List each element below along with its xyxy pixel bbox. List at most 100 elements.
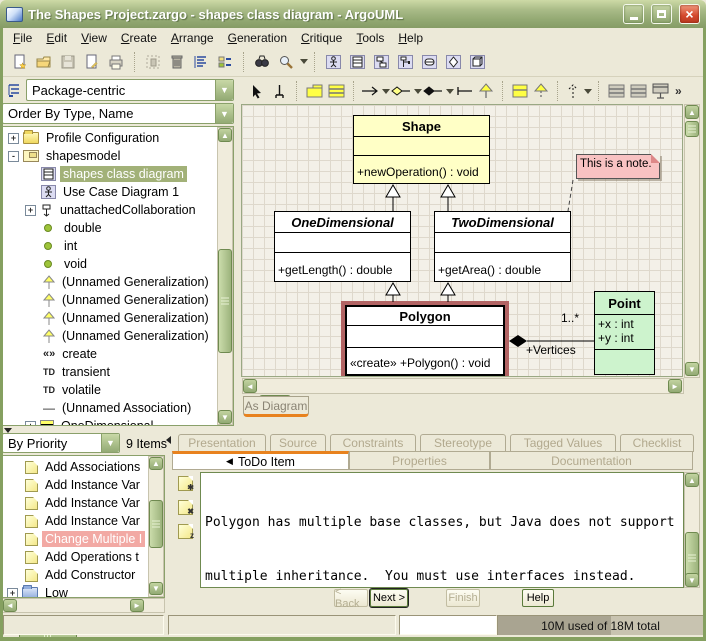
combo-dropdown-icon[interactable]: ▼ xyxy=(215,80,233,100)
tab-documentation[interactable]: Documentation xyxy=(490,451,693,470)
todo-item[interactable]: Add Instance Var xyxy=(25,494,143,512)
tree-item-association[interactable]: —(Unnamed Association) xyxy=(43,399,194,417)
new-todo-icon[interactable]: ✱ xyxy=(178,476,193,491)
tree-item-generalization[interactable]: (Unnamed Generalization) xyxy=(43,327,212,345)
tab-as-diagram[interactable]: As Diagram xyxy=(243,396,309,417)
tab-properties[interactable]: Properties xyxy=(349,451,490,470)
back-button[interactable]: < Back xyxy=(334,589,368,607)
scroll-right-icon[interactable]: ► xyxy=(668,379,682,393)
tree-item-volatile[interactable]: TDvolatile xyxy=(43,381,104,399)
todo-item[interactable]: Add Constructor xyxy=(25,566,138,584)
combo-dropdown-icon[interactable]: ▼ xyxy=(215,104,233,123)
tab-constraints[interactable]: Constraints xyxy=(330,434,416,452)
tab-todo-item[interactable]: ◀ToDo Item xyxy=(172,451,349,470)
delete-icon[interactable] xyxy=(165,50,189,74)
zoom-dropdown-icon[interactable] xyxy=(300,59,308,64)
todo-item[interactable]: Add Associations xyxy=(25,458,143,476)
maximize-button[interactable] xyxy=(651,4,672,24)
save-project-icon[interactable] xyxy=(56,50,80,74)
realization-tool-icon[interactable] xyxy=(531,79,551,103)
tab-tagged-values[interactable]: Tagged Values xyxy=(510,434,616,452)
uniassociation-tool-icon[interactable] xyxy=(454,79,476,103)
scroll-down-icon[interactable]: ▼ xyxy=(149,582,163,595)
composition-dropdown-icon[interactable] xyxy=(446,89,454,94)
menu-generation[interactable]: Generation xyxy=(221,30,294,46)
tree-item-unattached-collaboration[interactable]: +unattachedCollaboration xyxy=(25,201,199,219)
print-icon[interactable] xyxy=(104,50,128,74)
dependency-tool-icon[interactable] xyxy=(564,79,582,103)
scroll-up-icon[interactable]: ▲ xyxy=(685,473,699,487)
tab-presentation[interactable]: Presentation xyxy=(178,434,266,452)
status-input-field[interactable] xyxy=(399,615,497,635)
scroll-down-icon[interactable]: ▼ xyxy=(218,410,232,424)
statechart-diagram-icon[interactable] xyxy=(417,50,441,74)
collaboration-diagram-icon[interactable] xyxy=(369,50,393,74)
todo-item[interactable]: Add Instance Var xyxy=(25,512,143,530)
select-tool-icon[interactable] xyxy=(246,79,268,103)
tree-item-use-case-diagram[interactable]: Use Case Diagram 1 xyxy=(41,183,182,201)
composition-tool-icon[interactable] xyxy=(422,79,444,103)
pane-collapse-icon[interactable] xyxy=(166,436,171,444)
toolbar-overflow-icon[interactable]: » xyxy=(675,84,682,98)
scroll-up-icon[interactable]: ▲ xyxy=(685,105,699,119)
scroll-up-icon[interactable]: ▲ xyxy=(218,128,232,142)
diagram-hscrollbar[interactable] xyxy=(242,378,684,394)
scroll-down-icon[interactable]: ▼ xyxy=(685,362,699,376)
usecase-diagram-icon[interactable] xyxy=(321,50,345,74)
scroll-down-icon[interactable]: ▼ xyxy=(685,573,699,587)
menu-view[interactable]: View xyxy=(74,30,114,46)
import-icon[interactable] xyxy=(80,50,104,74)
scrollbar-thumb[interactable] xyxy=(218,249,232,353)
perspective-config-icon[interactable] xyxy=(4,80,23,99)
scroll-right-icon[interactable]: ► xyxy=(130,599,144,612)
deployment-diagram-icon[interactable] xyxy=(465,50,489,74)
title-bar[interactable]: The Shapes Project.zargo - shapes class … xyxy=(0,0,706,28)
remove-from-diagram-icon[interactable] xyxy=(141,50,165,74)
menu-help[interactable]: Help xyxy=(391,30,430,46)
package-tool-icon[interactable] xyxy=(303,79,325,103)
tree-item-int[interactable]: int xyxy=(41,237,80,255)
association-dropdown-icon[interactable] xyxy=(382,89,390,94)
next-button[interactable]: Next > xyxy=(370,589,408,607)
combo-dropdown-icon[interactable]: ▼ xyxy=(101,434,119,452)
diagram-vscrollbar[interactable] xyxy=(684,104,700,378)
generalization-tool-icon[interactable] xyxy=(476,79,496,103)
todo-folder-low[interactable]: +Low xyxy=(7,584,71,598)
interface-tool-icon[interactable] xyxy=(509,79,531,103)
tab-source[interactable]: Source xyxy=(270,434,326,452)
expand-toggle[interactable]: + xyxy=(25,205,36,216)
tree-item-shapes-class-diagram[interactable]: shapes class diagram xyxy=(41,165,187,183)
scroll-left-icon[interactable]: ◄ xyxy=(3,599,17,612)
critique-config-icon[interactable] xyxy=(189,50,213,74)
menu-edit[interactable]: Edit xyxy=(39,30,74,46)
class-diagram-icon[interactable] xyxy=(345,50,369,74)
scroll-up-icon[interactable]: ▲ xyxy=(149,457,163,470)
collapse-toggle[interactable]: - xyxy=(8,151,19,162)
dependency-dropdown-icon[interactable] xyxy=(584,89,592,94)
menu-tools[interactable]: Tools xyxy=(349,30,391,46)
finish-button[interactable]: Finish xyxy=(446,589,480,607)
aggregation-tool-icon[interactable] xyxy=(390,79,412,103)
resolve-item-icon[interactable]: ✖ xyxy=(178,500,193,515)
expand-toggle[interactable]: + xyxy=(7,588,18,599)
scrollbar-thumb[interactable] xyxy=(685,121,699,137)
attribute-tool-icon[interactable] xyxy=(605,79,627,103)
comment-tool-icon[interactable] xyxy=(649,79,671,103)
minimize-button[interactable] xyxy=(623,4,644,24)
tree-item-shapesmodel[interactable]: -shapesmodel xyxy=(8,147,123,165)
broom-tool-icon[interactable] xyxy=(268,79,290,103)
menu-arrange[interactable]: Arrange xyxy=(164,30,221,46)
sequence-diagram-icon[interactable] xyxy=(393,50,417,74)
tab-stereotype[interactable]: Stereotype xyxy=(420,434,506,452)
expand-toggle[interactable]: + xyxy=(8,133,19,144)
menu-file[interactable]: File xyxy=(6,30,39,46)
expand-toggle[interactable]: + xyxy=(25,421,36,427)
help-button[interactable]: Help xyxy=(522,589,554,607)
tree-item-double[interactable]: double xyxy=(41,219,105,237)
activity-diagram-icon[interactable] xyxy=(441,50,465,74)
tree-item-onedimensional[interactable]: +OneDimensional xyxy=(25,417,156,426)
todo-description-text[interactable]: Polygon has multiple base classes, but J… xyxy=(200,472,684,588)
explorer-perspective-combo[interactable]: Package-centric ▼ xyxy=(26,79,234,101)
find-icon[interactable] xyxy=(250,50,274,74)
todo-item-selected[interactable]: Change Multiple I xyxy=(25,530,145,548)
